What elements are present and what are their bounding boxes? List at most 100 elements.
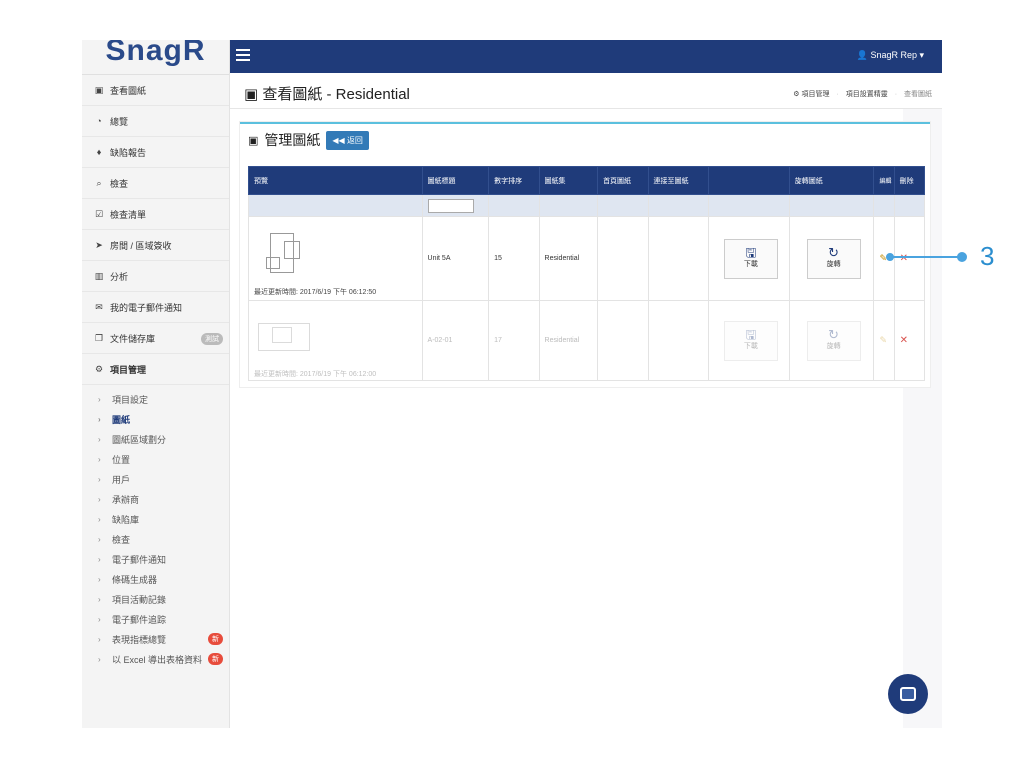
drawing-thumbnail[interactable] xyxy=(254,309,314,361)
column-header-delete: 刪除 xyxy=(893,166,926,195)
back-button-label: 返回 xyxy=(346,135,363,145)
hamburger-menu-icon[interactable] xyxy=(236,49,250,61)
sidebar-item-defect-reports[interactable]: ♦ 缺陷報告 xyxy=(82,137,229,168)
chevron-right-icon: › xyxy=(98,554,101,564)
callout-number: 3 xyxy=(980,241,995,271)
submenu-item-project-settings[interactable]: › 項目設定 xyxy=(82,389,229,409)
edit-pencil-icon[interactable]: ✎ xyxy=(879,335,887,345)
chevron-right-icon: › xyxy=(98,614,101,624)
sidebar-item-project-management[interactable]: ⚙ 項目管理 xyxy=(82,354,229,385)
drawing-title: Unit 5A xyxy=(421,216,490,301)
download-label: 下載 xyxy=(743,260,758,268)
column-header-preview[interactable]: 預覽 xyxy=(248,166,423,195)
chevron-right-icon: › xyxy=(98,474,101,484)
submenu-item-defect-library[interactable]: › 缺陷庫 xyxy=(82,509,229,529)
sidebar-item-room-signoff[interactable]: ➤ 房間 / 區域簽收 xyxy=(82,230,229,261)
sidebar-item-inspection[interactable]: ⌕ 檢查 xyxy=(82,168,229,199)
new-badge: 新 xyxy=(208,633,223,645)
table-header-row: 預覽 圖紙標題 數字排序 圖紙集 首頁圖紙 連接至圖紙 旋轉圖紙 編輯 刪除 xyxy=(248,166,926,195)
submenu-item-email-notifications[interactable]: › 電子郵件通知 xyxy=(82,549,229,569)
submenu-item-locations[interactable]: › 位置 xyxy=(82,449,229,469)
delete-icon[interactable]: ✕ xyxy=(900,335,908,346)
submenu-item-barcode-generator[interactable]: › 條碼生成器 xyxy=(82,569,229,589)
drawings-table: 預覽 圖紙標題 數字排序 圖紙集 首頁圖紙 連接至圖紙 旋轉圖紙 編輯 刪除 最… xyxy=(248,166,926,381)
location-arrow-icon: ➤ xyxy=(95,239,103,250)
project-management-submenu: › 項目設定 › 圖紙 › 圖紙區域劃分 › 位置 › 用戶 › 承辦商 › 缺陷庫 › 檢查 … xyxy=(82,385,229,669)
submenu-item-label: 以 Excel 導出表格資料 xyxy=(112,654,203,665)
submenu-item-inspection[interactable]: › 檢查 xyxy=(82,529,229,549)
rotate-label: 旋轉 xyxy=(826,342,841,350)
drawing-thumbnail[interactable] xyxy=(254,227,314,279)
page-header: ▣ 查看圖紙 - Residential ⚙ 項目管理 · 項目設置精靈 · 查… xyxy=(230,73,942,109)
cogs-icon: ⚙ xyxy=(94,363,104,374)
drawing-title: A-02-01 xyxy=(421,300,490,381)
sidebar-item-document-repository[interactable]: ❐ 文件儲存庫 測試 xyxy=(82,323,229,354)
chevron-right-icon: › xyxy=(98,634,101,644)
submenu-item-drawings[interactable]: › 圖紙 xyxy=(82,409,229,429)
column-header-order[interactable]: 數字排序 xyxy=(488,166,540,195)
cogs-icon: ⚙ xyxy=(793,91,800,98)
sidebar-menu: ▣ 查看圖紙 ◔ 總覽 ♦ 缺陷報告 ⌕ 檢查 ☑ 檢查清單 ➤ 房間 / 區域簽收 ▥ 分析… xyxy=(82,74,229,385)
preview-cell: 最近更新時間: 2017/6/19 下午 06:12:50 xyxy=(248,216,423,301)
preview-cell: 最近更新時間: 2017/6/19 下午 06:12:00 xyxy=(248,300,423,381)
submenu-item-label: 檢查 xyxy=(112,534,131,545)
filter-row xyxy=(248,194,926,217)
drawing-set: Residential xyxy=(538,300,599,381)
column-header-link-drawing[interactable]: 連接至圖紙 xyxy=(647,166,710,195)
submenu-item-label: 圖紙 xyxy=(112,414,131,425)
chevron-right-icon: › xyxy=(98,454,101,464)
submenu-item-email-tracking[interactable]: › 電子郵件追踪 xyxy=(82,609,229,629)
submenu-item-excel-export[interactable]: › 以 Excel 導出表格資料新 xyxy=(82,649,229,669)
back-button[interactable]: ◀◀ 返回 xyxy=(326,130,369,150)
submenu-item-contractors[interactable]: › 承辦商 xyxy=(82,489,229,509)
submenu-item-label: 條碼生成器 xyxy=(112,574,158,585)
last-updated: 最近更新時間: 2017/6/19 下午 06:12:50 xyxy=(254,288,377,296)
sidebar-item-label: 項目管理 xyxy=(110,364,147,375)
chat-launcher-button[interactable] xyxy=(888,674,928,714)
sidebar-item-checklist[interactable]: ☑ 檢查清單 xyxy=(82,199,229,230)
submenu-item-kpi-overview[interactable]: › 表現指標總覽 新 xyxy=(82,629,229,649)
column-header-drawing-set[interactable]: 圖紙集 xyxy=(538,166,599,195)
sidebar-item-label: 檢查 xyxy=(110,178,129,189)
column-header-drawing-title[interactable]: 圖紙標題 xyxy=(421,166,490,195)
submenu-item-drawing-zones[interactable]: › 圖紙區域劃分 xyxy=(82,429,229,449)
sidebar-item-label: 房間 / 區域簽收 xyxy=(110,240,172,251)
submenu-item-label: 承辦商 xyxy=(112,494,140,505)
delete-icon[interactable]: ✕ xyxy=(900,253,908,264)
bar-chart-icon: ▥ xyxy=(94,270,104,281)
app-logo[interactable]: SnagR xyxy=(82,40,229,74)
user-menu[interactable]: 👤 SnagR Rep ▾ xyxy=(857,50,924,61)
sidebar-item-label: 總覽 xyxy=(110,116,129,127)
checkbox-icon: ☑ xyxy=(94,208,104,219)
sidebar-item-analysis[interactable]: ▥ 分析 xyxy=(82,261,229,292)
sidebar-item-overview[interactable]: ◔ 總覽 xyxy=(82,106,229,137)
column-header-rotate[interactable]: 旋轉圖紙 xyxy=(788,166,875,195)
submenu-item-label: 位置 xyxy=(112,454,131,465)
submenu-item-users[interactable]: › 用戶 xyxy=(82,469,229,489)
chat-icon xyxy=(900,687,916,701)
submenu-item-label: 圖紙區域劃分 xyxy=(112,434,167,445)
submenu-item-label: 用戶 xyxy=(112,474,131,485)
column-header-edit: 編輯 xyxy=(873,166,895,195)
submenu-item-activity-log[interactable]: › 項目活動記錄 xyxy=(82,589,229,609)
breadcrumb-item-project-management[interactable]: 項目管理 xyxy=(802,91,830,98)
breadcrumb-item-setup-wizard[interactable]: 項目設置精靈 xyxy=(846,91,888,98)
backward-icon: ◀◀ xyxy=(332,135,347,145)
download-button[interactable]: 🖫 下載 xyxy=(723,238,778,279)
title-filter-input[interactable] xyxy=(427,198,474,213)
picture-icon: ▣ xyxy=(94,84,104,95)
manage-drawings-panel: ▣ 管理圖紙 ◀◀ 返回 預覽 圖紙標題 數字排序 圖紙集 首頁圖紙 連接至圖紙… xyxy=(240,122,930,387)
download-button[interactable]: 🖫 下載 xyxy=(723,320,778,361)
new-badge: 新 xyxy=(208,653,223,665)
submenu-item-label: 項目活動記錄 xyxy=(112,594,167,605)
column-header-home-drawing[interactable]: 首頁圖紙 xyxy=(597,166,649,195)
chevron-right-icon: › xyxy=(98,434,101,444)
rotate-button[interactable]: ↻ 旋轉 xyxy=(806,238,861,279)
sidebar-item-view-drawings[interactable]: ▣ 查看圖紙 xyxy=(82,75,229,106)
floppy-disk-icon: 🖫 xyxy=(745,326,757,342)
rotate-label: 旋轉 xyxy=(826,260,841,268)
chevron-right-icon: › xyxy=(98,394,101,404)
sidebar-item-label: 缺陷報告 xyxy=(110,147,147,158)
rotate-button[interactable]: ↻ 旋轉 xyxy=(806,320,861,361)
sidebar-item-email-notifications[interactable]: ✉ 我的電子郵件通知 xyxy=(82,292,229,323)
